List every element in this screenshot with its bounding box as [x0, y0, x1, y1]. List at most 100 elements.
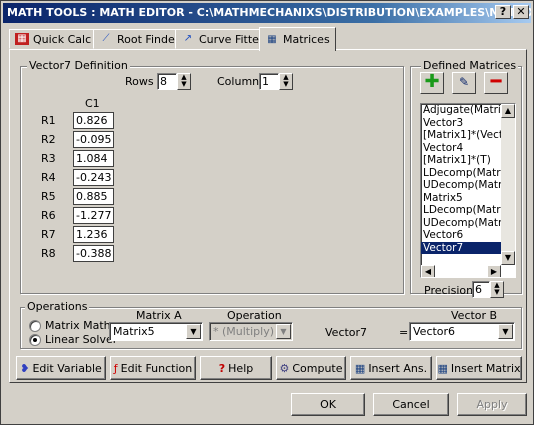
matrix-a-dropdown[interactable]: Matrix5 ▼: [109, 322, 203, 341]
vector-b-value: Vector6: [413, 325, 456, 338]
math-editor-window: MATH TOOLS : MATH EDITOR - C:\MATHMECHAN…: [0, 0, 534, 425]
insert-matrix-label: Insert Matrix: [450, 361, 521, 375]
matrix-cell[interactable]: -0.095: [73, 131, 114, 148]
insert-answer-icon: ▦: [354, 361, 366, 375]
matrix-math-radio[interactable]: [29, 320, 41, 332]
row-label: R8: [41, 247, 56, 260]
compute-icon: ⚙: [279, 361, 290, 375]
function-icon: ƒ: [113, 361, 118, 375]
equals-sign: =: [399, 326, 409, 339]
compute-label: Compute: [292, 361, 343, 375]
vector-definition-group: Vector7 Definition Rows 8 ▲ ▼ Columns 1 ▲…: [20, 59, 404, 294]
chevron-down-icon[interactable]: ▼: [498, 324, 513, 339]
insert-matrix-icon: ▦: [437, 361, 448, 375]
rows-spinner[interactable]: ▲ ▼: [177, 73, 191, 90]
list-item[interactable]: Vector3: [421, 117, 501, 130]
tab-matrices[interactable]: ▦ Matrices: [259, 27, 336, 51]
help-button[interactable]: ? Help: [200, 356, 272, 380]
operations-label: Operations: [25, 300, 90, 313]
apply-button: Apply: [457, 393, 527, 416]
list-item[interactable]: Vector6: [421, 229, 501, 242]
matrix-a-value: Matrix5: [113, 325, 155, 338]
list-item[interactable]: UDecomp(Matrix: [421, 217, 501, 230]
matrix-cell[interactable]: -0.388: [73, 245, 114, 262]
list-item[interactable]: Matrix5: [421, 192, 501, 205]
delete-matrix-button[interactable]: ━: [484, 72, 508, 94]
linear-solver-radio[interactable]: [29, 334, 41, 346]
list-item-selected[interactable]: Vector7: [421, 241, 501, 254]
tab-label: Curve Fitter: [199, 32, 264, 46]
add-matrix-button[interactable]: ✚: [420, 72, 444, 94]
variable-icon: ❥: [20, 361, 30, 375]
ok-button[interactable]: OK: [291, 393, 365, 416]
matrix-math-label: Matrix Math: [45, 319, 111, 332]
edit-variable-button[interactable]: ❥ Edit Variable: [16, 356, 106, 380]
operation-value: * (Multiply): [213, 325, 275, 338]
insert-ans-label: Insert Ans.: [368, 361, 428, 375]
edit-matrix-button[interactable]: ✎: [452, 72, 476, 94]
scroll-right-icon[interactable]: ▶: [487, 265, 501, 277]
rows-input[interactable]: 8: [157, 73, 177, 90]
ok-label: OK: [320, 398, 336, 411]
row-label: R7: [41, 228, 56, 241]
cancel-label: Cancel: [392, 398, 430, 411]
insert-matrix-button[interactable]: ▦ Insert Matrix: [436, 356, 522, 380]
columns-spinner[interactable]: ▲ ▼: [279, 73, 293, 90]
list-item[interactable]: Adjugate(Matrix1: [421, 104, 501, 117]
operations-group: Operations Matrix Math Linear Solver Mat…: [20, 300, 522, 349]
vector-b-dropdown[interactable]: Vector6 ▼: [409, 322, 515, 341]
chevron-down-icon[interactable]: ▼: [186, 324, 201, 339]
curve-fitter-icon: ↗: [183, 33, 193, 44]
close-title-button[interactable]: ✕: [513, 5, 529, 19]
matrix-cell[interactable]: 0.885: [73, 188, 114, 205]
tab-curve-fitter[interactable]: ↗ Curve Fitter: [175, 29, 270, 49]
list-item[interactable]: [Matrix1]*(Vector: [421, 129, 501, 142]
apply-label: Apply: [476, 398, 508, 411]
list-item[interactable]: Vector4: [421, 142, 501, 155]
column-header-c1: C1: [85, 97, 100, 110]
operation-dropdown: * (Multiply) ▼: [209, 322, 293, 341]
tab-label: Quick Calc: [33, 32, 92, 46]
row-label: R2: [41, 133, 56, 146]
matrix-cell[interactable]: -0.243: [73, 169, 114, 186]
precision-input[interactable]: 6: [472, 281, 490, 298]
tab-root-finder[interactable]: ⟋ Root Finder: [93, 29, 186, 49]
cancel-button[interactable]: Cancel: [373, 393, 449, 416]
vector-b-label: Vector B: [451, 309, 498, 322]
list-item[interactable]: UDecomp(Matrix: [421, 179, 501, 192]
compute-button[interactable]: ⚙ Compute: [276, 356, 346, 380]
matrix-cell[interactable]: 0.826: [73, 112, 114, 129]
edit-function-label: Edit Function: [120, 361, 193, 375]
defined-matrices-list[interactable]: Adjugate(Matrix1 Vector3 [Matrix1]*(Vect…: [420, 103, 516, 278]
calculator-icon: ▦: [15, 33, 29, 45]
definition-group-label: Vector7 Definition: [27, 59, 130, 72]
help-title-button[interactable]: ?: [495, 5, 511, 19]
row-label: R4: [41, 171, 56, 184]
list-item[interactable]: LDecomp(Matrix1: [421, 167, 501, 180]
matrix-cell[interactable]: 1.084: [73, 150, 114, 167]
window-title: MATH TOOLS : MATH EDITOR - C:\MATHMECHAN…: [7, 6, 531, 19]
result-name: Vector7: [325, 326, 368, 339]
row-label: R3: [41, 152, 56, 165]
list-item[interactable]: LDecomp(Matrix5: [421, 204, 501, 217]
insert-ans-button[interactable]: ▦ Insert Ans.: [350, 356, 432, 380]
scroll-up-icon[interactable]: ▲: [501, 104, 515, 118]
scroll-down-icon[interactable]: ▼: [501, 251, 515, 265]
matrix-cell[interactable]: -1.277: [73, 207, 114, 224]
scroll-left-icon[interactable]: ◀: [421, 265, 435, 277]
matrix-a-label: Matrix A: [136, 309, 182, 322]
precision-label: Precision: [424, 284, 474, 297]
columns-input[interactable]: 1: [259, 73, 279, 90]
tab-quick-calc[interactable]: ▦ Quick Calc: [9, 29, 98, 49]
precision-spinner[interactable]: ▲ ▼: [490, 281, 504, 298]
list-vertical-scrollbar[interactable]: ▲ ▼: [501, 104, 515, 265]
matrices-panel: Vector7 Definition Rows 8 ▲ ▼ Columns 1 ▲…: [9, 49, 527, 383]
edit-function-button[interactable]: ƒ Edit Function: [110, 356, 196, 380]
tab-label: Matrices: [283, 33, 330, 46]
list-item[interactable]: [Matrix1]*(T): [421, 154, 501, 167]
columns-label: Columns: [217, 75, 265, 88]
row-label: R5: [41, 190, 56, 203]
matrix-cell[interactable]: 1.236: [73, 226, 114, 243]
chevron-down-icon: ▼: [276, 324, 291, 339]
title-bar: MATH TOOLS : MATH EDITOR - C:\MATHMECHAN…: [3, 3, 531, 23]
